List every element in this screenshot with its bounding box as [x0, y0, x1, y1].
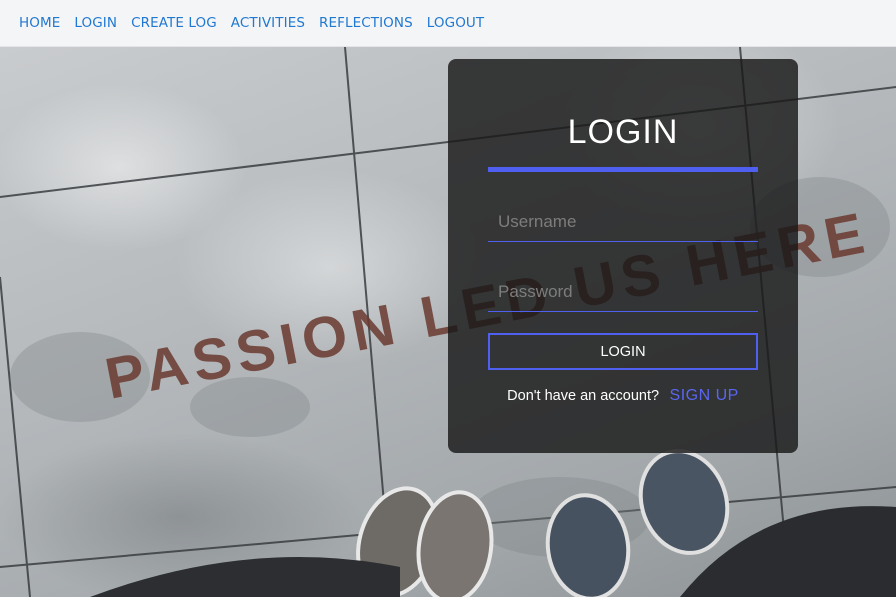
- login-button[interactable]: LOGIN: [488, 333, 758, 370]
- signup-prompt: Don't have an account?: [507, 388, 660, 404]
- nav-login-link[interactable]: LOGIN: [74, 15, 117, 31]
- nav-activities-link[interactable]: ACTIVITIES: [231, 15, 305, 31]
- login-title: LOGIN: [567, 113, 679, 151]
- nav-create-log-link[interactable]: CREATE LOG: [131, 15, 217, 31]
- signup-row: Don't have an account? SIGN UP: [448, 387, 798, 405]
- username-input[interactable]: [488, 202, 758, 242]
- nav-home-link[interactable]: HOME: [19, 15, 60, 31]
- nav-reflections-link[interactable]: REFLECTIONS: [319, 15, 413, 31]
- login-card: LOGIN LOGIN Don't have an account? SIGN …: [448, 59, 798, 453]
- password-input[interactable]: [488, 272, 758, 312]
- signup-link[interactable]: SIGN UP: [670, 387, 739, 404]
- top-navbar: HOME LOGIN CREATE LOG ACTIVITIES REFLECT…: [0, 0, 896, 47]
- title-underline: [488, 167, 758, 172]
- nav-logout-link[interactable]: LOGOUT: [427, 15, 484, 31]
